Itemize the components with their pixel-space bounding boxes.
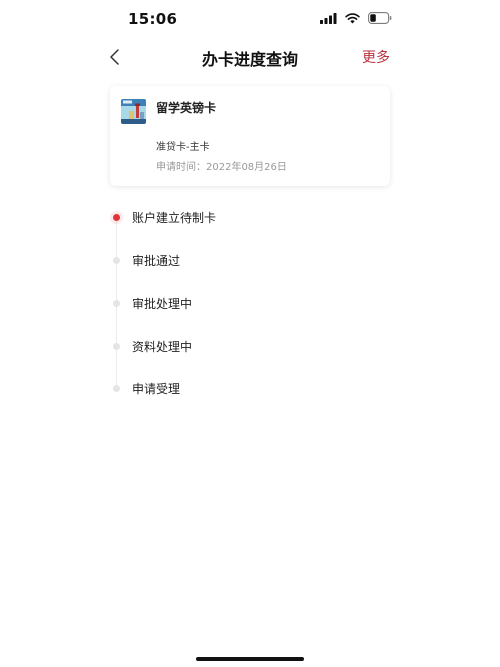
timeline-dot (113, 343, 120, 350)
timeline-item: 资料处理中 (0, 337, 500, 357)
status-icons (320, 12, 392, 24)
timeline-label: 申请受理 (132, 382, 181, 396)
status-bar: 15:06 (0, 0, 500, 40)
timeline-dot (113, 257, 120, 264)
card-thumbnail-icon (121, 99, 146, 124)
battery-icon (368, 12, 392, 24)
timeline-line (116, 216, 117, 388)
timeline-item: 审批处理中 (0, 294, 500, 314)
timeline-item: 审批通过 (0, 251, 500, 271)
home-indicator[interactable] (196, 657, 304, 661)
timeline-label: 账户建立待制卡 (132, 211, 217, 225)
page-title: 办卡进度查询 (201, 50, 298, 69)
more-button[interactable]: 更多 (362, 47, 390, 67)
card-info[interactable]: 留学英镑卡 准贷卡-主卡 申请时间：2022年08月26日 (110, 86, 390, 186)
timeline-label: 资料处理中 (132, 340, 193, 354)
nav-bar: 办卡进度查询 更多 (0, 40, 500, 74)
timeline-dot (113, 300, 120, 307)
card-name: 留学英镑卡 (156, 101, 217, 115)
status-time: 15:06 (128, 10, 178, 28)
timeline-item: 账户建立待制卡 (0, 208, 500, 228)
wifi-icon (345, 12, 360, 24)
signal-icon (320, 12, 337, 24)
timeline-dot (113, 385, 120, 392)
card-apply-date: 申请时间：2022年08月26日 (156, 162, 287, 173)
timeline-label: 审批处理中 (132, 297, 193, 311)
timeline-label: 审批通过 (132, 254, 181, 268)
card-type: 准贷卡-主卡 (156, 142, 210, 153)
timeline-dot-active (113, 214, 120, 221)
timeline-item: 申请受理 (0, 379, 500, 399)
